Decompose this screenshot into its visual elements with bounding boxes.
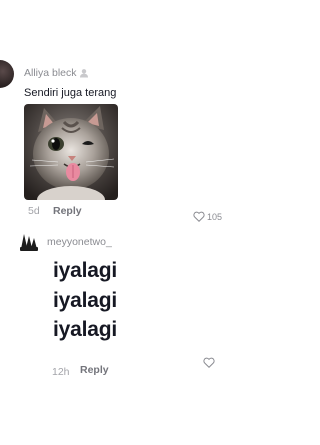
avatar[interactable]: [0, 60, 14, 88]
cat-photo[interactable]: [24, 104, 118, 200]
reply-button[interactable]: Reply: [53, 205, 82, 217]
reply-button[interactable]: Reply: [80, 364, 109, 376]
comment-username[interactable]: Alliya bleck: [24, 67, 89, 79]
like-button[interactable]: [203, 355, 215, 373]
comment-text-line: iyalagi: [53, 289, 117, 312]
comment-username[interactable]: meyyonetwo_: [47, 236, 112, 248]
comment-text-line: iyalagi: [53, 259, 117, 282]
avatar[interactable]: [18, 231, 40, 253]
heart-outline-icon: [193, 211, 205, 222]
like-count: 105: [207, 211, 223, 222]
comment-time: 12h: [52, 366, 70, 378]
like-button[interactable]: 105: [193, 211, 222, 222]
comment-text: Sendiri juga terang: [24, 87, 117, 99]
heart-outline-icon: [203, 357, 215, 368]
cat-tongue-image: [24, 104, 118, 200]
username-label: Alliya bleck: [24, 67, 77, 79]
comment-time: 5d: [28, 205, 40, 217]
person-badge-icon: [79, 69, 88, 78]
comment-text-line: iyalagi: [53, 318, 117, 341]
